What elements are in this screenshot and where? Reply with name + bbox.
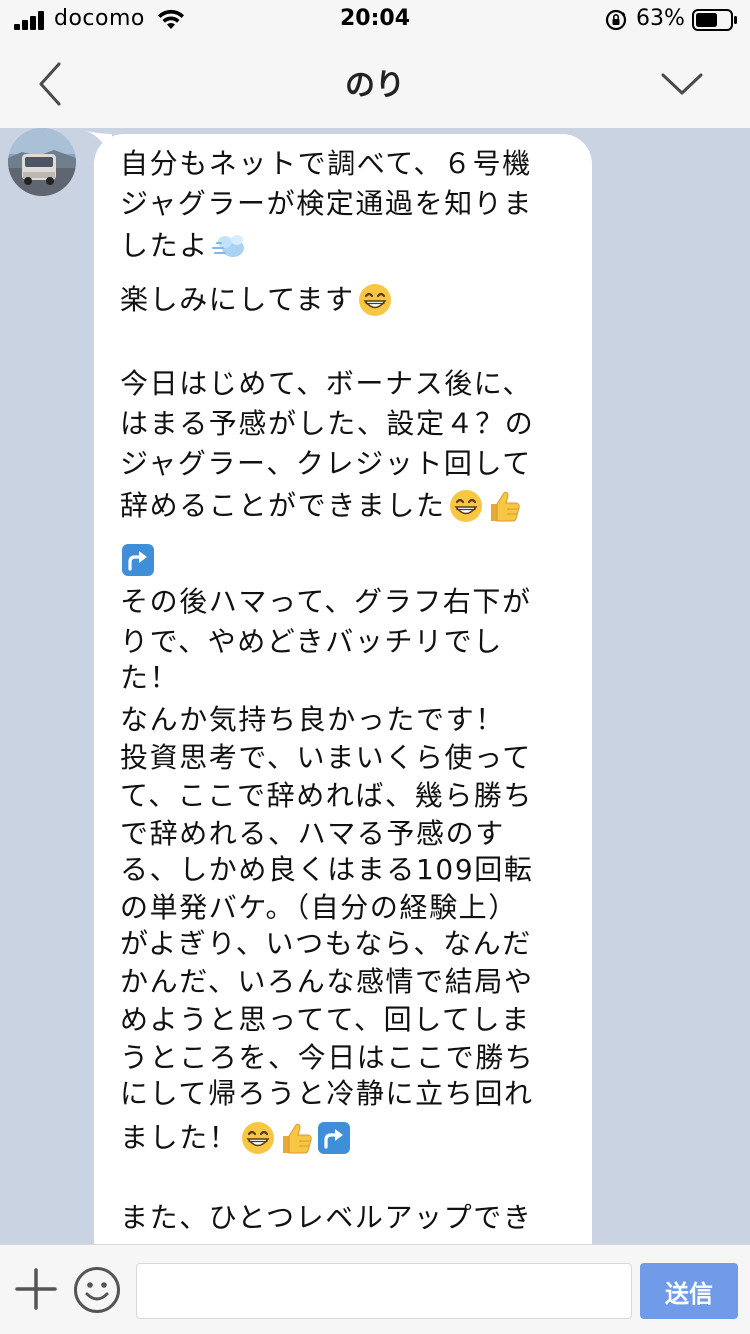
message-line: にして帰ろうと冷静に立ち回れ <box>120 1077 534 1110</box>
message-line: がよぎり、いつもなら、なんだ <box>120 927 532 960</box>
thumbs-up-emoji <box>283 1123 313 1154</box>
status-bar: docomo 20:04 63% <box>0 0 750 40</box>
battery-percent: 63% <box>636 6 685 31</box>
chat-title: のり <box>345 68 405 103</box>
grin-emoji <box>449 490 482 522</box>
message-line: したよ <box>120 226 247 266</box>
avatar[interactable] <box>8 128 76 196</box>
message-line: りで、やめどきバッチリでし <box>120 625 503 658</box>
grin-emoji <box>358 284 391 316</box>
add-attachment-button[interactable] <box>14 1267 58 1311</box>
thumbs-up-emoji <box>490 491 520 522</box>
profile-photo-car <box>8 128 76 196</box>
message-line: 今日はじめて、ボーナス後に、 <box>120 367 533 400</box>
battery-icon <box>692 9 737 31</box>
chat-header: のり <box>0 40 750 128</box>
message-line: の単発バケ。（自分の経験上） <box>120 891 518 924</box>
chat-screen: docomo 20:04 63% のり 自分もネットで調べて、６号機 ジャグラー… <box>0 0 750 1334</box>
message-line: た！ <box>120 661 180 694</box>
up-arrow-emoji <box>122 544 154 576</box>
up-arrow-emoji <box>318 1122 351 1154</box>
message-line: ジャグラーが検定通過を知りま <box>120 187 534 220</box>
message-line: 楽しみにしてます <box>120 280 393 320</box>
chevron-down-icon <box>661 73 703 95</box>
orientation-lock-icon <box>605 9 627 31</box>
message-input[interactable] <box>136 1263 632 1319</box>
message-line: その後ハマって、グラフ右下が <box>120 585 532 618</box>
message-line: なんか気持ち良かったです！ <box>120 703 505 736</box>
send-button[interactable]: 送信 <box>640 1263 738 1319</box>
message-line: かんだ、いろんな感情で結局や <box>120 965 534 998</box>
sticker-button[interactable] <box>72 1265 122 1315</box>
message-list[interactable]: 自分もネットで調べて、６号機 ジャグラーが検定通過を知りま したよ 楽しみにして… <box>0 128 750 1244</box>
menu-toggle-button[interactable] <box>650 54 714 114</box>
message-line: て、ここで辞めれば、幾ら勝ち <box>120 779 534 812</box>
message-line: うところを、今日はここで勝ち <box>120 1041 535 1074</box>
message-line: ました！ <box>120 1118 352 1158</box>
input-bar: 送信 <box>0 1244 750 1334</box>
message-line: ジャグラー、クレジット回して <box>120 447 532 480</box>
message-line: 自分もネットで調べて、６号機 <box>120 147 532 180</box>
message-line <box>120 540 156 580</box>
message-line: で辞めれる、ハマる予感のす <box>120 817 505 850</box>
message-line: めようと思ってて、回してしま <box>120 1003 531 1036</box>
message-line: 投資思考で、いまいくら使って <box>120 741 532 774</box>
grin-emoji <box>242 1122 275 1154</box>
message-line: また、ひとつレベルアップでき <box>120 1201 533 1234</box>
message-line: はまる予感がした、設定４？の <box>120 407 535 440</box>
message-line: 辞めることができました <box>120 486 522 526</box>
dash-emoji <box>211 235 244 257</box>
message-line: る、しかめ良くはまる109回転 <box>120 853 534 886</box>
